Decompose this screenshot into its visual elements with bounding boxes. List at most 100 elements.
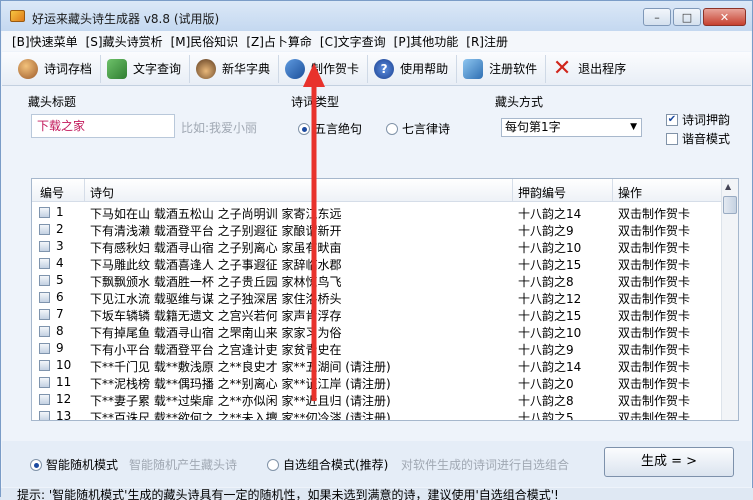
row-document-icon — [39, 377, 50, 388]
rhyme-checkbox[interactable]: ✔ 诗词押韵 — [666, 111, 730, 128]
cell-action[interactable]: 双击制作贺卡 — [618, 358, 690, 375]
table-row[interactable]: 10 下**千门见 载**敷浅原 之**良史才 家**五湖间 (请注册) 十八韵之1… — [32, 357, 722, 374]
row-document-icon — [39, 394, 50, 405]
table-row[interactable]: 9 下有小平台 载酒登平台 之宫逢计吏 家贫青史在 十八韵之9 双击制作贺卡 — [32, 340, 722, 357]
harmonic-checkbox[interactable]: 谐音模式 — [666, 130, 730, 147]
exit-x-icon: ✕ — [552, 55, 572, 81]
cell-action[interactable]: 双击制作贺卡 — [618, 222, 690, 239]
menu-appreciation[interactable]: [S]藏头诗赏析 — [86, 33, 163, 50]
head-mode-value: 每句第1字 — [505, 120, 561, 134]
dictionary-button[interactable]: 新华字典 — [189, 54, 278, 83]
title-input[interactable]: 下载之家 — [31, 114, 175, 138]
header-poem[interactable]: 诗句 — [90, 184, 114, 201]
cell-id: 10 — [56, 358, 72, 372]
make-card-label: 制作贺卡 — [311, 62, 360, 76]
make-card-button[interactable]: 制作贺卡 — [278, 54, 367, 83]
cell-id: 8 — [56, 324, 64, 338]
head-mode-select[interactable]: 每句第1字 ▼ — [501, 118, 642, 137]
header-id[interactable]: 编号 — [40, 184, 64, 201]
monitor-icon — [463, 58, 484, 79]
column-divider — [612, 179, 613, 202]
register-button[interactable]: 注册软件 — [456, 54, 545, 83]
menu-divination[interactable]: [Z]占卜算命 — [246, 33, 312, 50]
header-action[interactable]: 操作 — [618, 184, 642, 201]
table-row[interactable]: 4 下马雕此纹 载酒喜逢人 之子事遐征 家辞临水郡 十八韵之15 双击制作贺卡 — [32, 255, 722, 272]
cell-rhyme: 十八韵之8 — [518, 394, 574, 408]
menu-quick[interactable]: [B]快速菜单 — [12, 33, 78, 50]
cell-rhyme: 十八韵之14 — [518, 360, 582, 374]
cell-id: 2 — [56, 222, 64, 236]
radio-custom-combo[interactable]: 自选组合模式(推荐) — [267, 456, 388, 473]
cell-poem: 下马雕此纹 载酒喜逢人 之子事遐征 家辞临水郡 — [90, 258, 342, 272]
radio-dot-selected — [30, 458, 42, 471]
menu-register[interactable]: [R]注册 — [466, 33, 508, 50]
cell-action[interactable]: 双击制作贺卡 — [618, 256, 690, 273]
main-window: 好运来藏头诗生成器 v8.8 (试用版) – □ ✕ [B]快速菜单 [S]藏头… — [0, 0, 753, 500]
cell-id: 6 — [56, 290, 64, 304]
cell-rhyme: 十八韵之9 — [518, 343, 574, 357]
cell-poem: 下有小平台 载酒登平台 之宫逢计吏 家贫青史在 — [90, 343, 342, 357]
minimize-button[interactable]: – — [643, 8, 671, 26]
radio-dot — [386, 122, 398, 135]
header-rhyme[interactable]: 押韵编号 — [518, 184, 566, 201]
table-row[interactable]: 6 下见江水流 载驱维与谋 之子独深居 家住洛桥头 十八韵之12 双击制作贺卡 — [32, 289, 722, 306]
cell-action[interactable]: 双击制作贺卡 — [618, 409, 690, 420]
scroll-up-icon[interactable]: ▲ — [725, 182, 731, 191]
title-bar: 好运来藏头诗生成器 v8.8 (试用版) – □ ✕ — [1, 1, 752, 31]
cell-action[interactable]: 双击制作贺卡 — [618, 392, 690, 409]
cell-action[interactable]: 双击制作贺卡 — [618, 273, 690, 290]
table-row[interactable]: 3 下有感秋妇 载酒寻山宿 之子别离心 家虽有畎亩 十八韵之10 双击制作贺卡 — [32, 238, 722, 255]
row-document-icon — [39, 326, 50, 337]
checkbox-empty-icon — [666, 132, 678, 145]
cell-rhyme: 十八韵之10 — [518, 241, 582, 255]
row-document-icon — [39, 224, 50, 235]
exit-button[interactable]: ✕ 退出程序 — [545, 54, 634, 83]
table-row[interactable]: 11 下**泥栈榜 载**偶玛播 之**别离心 家**证江岸 (请注册) 十八韵之0… — [32, 374, 722, 391]
scroll-thumb[interactable] — [723, 196, 737, 214]
table-scrollbar[interactable]: ▲ — [721, 179, 738, 420]
row-document-icon — [39, 343, 50, 354]
cell-action[interactable]: 双击制作贺卡 — [618, 341, 690, 358]
cell-action[interactable]: 双击制作贺卡 — [618, 375, 690, 392]
register-label: 注册软件 — [489, 62, 538, 76]
table-row[interactable]: 5 下飘飘颁水 载酒胜一杯 之子贵丘园 家林惊鸟飞 十八韵之8 双击制作贺卡 — [32, 272, 722, 289]
poem-type-label: 诗词类型 — [291, 95, 340, 109]
radio-five-char-label: 五言绝句 — [314, 122, 363, 136]
exit-label: 退出程序 — [578, 62, 627, 76]
radio-seven-char[interactable]: 七言律诗 — [386, 120, 450, 137]
help-button[interactable]: ? 使用帮助 — [367, 54, 456, 83]
poem-table[interactable]: 编号 诗句 押韵编号 操作 1 下马如在山 载酒五松山 之子尚明训 家寄江东远 十八… — [31, 178, 739, 421]
menu-folklore[interactable]: [M]民俗知识 — [171, 33, 239, 50]
close-button[interactable]: ✕ — [703, 8, 746, 26]
menu-other[interactable]: [P]其他功能 — [394, 33, 459, 50]
cell-id: 13 — [56, 409, 72, 421]
archive-button[interactable]: 诗词存档 — [12, 55, 100, 83]
menu-text-query[interactable]: [C]文字查询 — [320, 33, 386, 50]
radio-five-char[interactable]: 五言绝句 — [298, 120, 362, 137]
table-row[interactable]: 12 下**妻子累 载**过柴扉 之**亦似闲 家**近且归 (请注册) 十八韵之8… — [32, 391, 722, 408]
radio-seven-char-label: 七言律诗 — [402, 122, 451, 136]
row-document-icon — [39, 360, 50, 371]
table-row[interactable]: 2 下有清浅濑 载酒登平台 之子别遐征 家酿谓新开 十八韵之9 双击制作贺卡 — [32, 221, 722, 238]
window-title: 好运来藏头诗生成器 v8.8 (试用版) — [32, 12, 220, 26]
table-row[interactable]: 13 下**百诛尺 载**欲何之 之**未入擅 家**仞冷涔 (请注册) 十八韵之5… — [32, 408, 722, 421]
maximize-button[interactable]: □ — [673, 8, 701, 26]
cell-action[interactable]: 双击制作贺卡 — [618, 324, 690, 341]
cell-poem: 下飘飘颁水 载酒胜一杯 之子贵丘园 家林惊鸟飞 — [90, 275, 342, 289]
cell-poem: 下有清浅濑 载酒登平台 之子别遐征 家酿谓新开 — [90, 224, 342, 238]
cell-id: 7 — [56, 307, 64, 321]
cell-id: 4 — [56, 256, 64, 270]
help-icon: ? — [374, 58, 395, 79]
cell-id: 12 — [56, 392, 72, 406]
cell-action[interactable]: 双击制作贺卡 — [618, 205, 690, 222]
table-row[interactable]: 8 下有掉尾鱼 载酒寻山宿 之罘南山来 家家习为俗 十八韵之10 双击制作贺卡 — [32, 323, 722, 340]
row-document-icon — [39, 241, 50, 252]
cell-action[interactable]: 双击制作贺卡 — [618, 307, 690, 324]
radio-smart-random[interactable]: 智能随机模式 — [30, 456, 118, 473]
text-query-button[interactable]: 文字查询 — [100, 54, 189, 83]
generate-button[interactable]: 生成 = > — [604, 447, 734, 477]
cell-action[interactable]: 双击制作贺卡 — [618, 239, 690, 256]
table-row[interactable]: 1 下马如在山 载酒五松山 之子尚明训 家寄江东远 十八韵之14 双击制作贺卡 — [32, 204, 722, 221]
table-row[interactable]: 7 下坂车辚辚 载籍无遗文 之宫兴若何 家声肯浮存 十八韵之15 双击制作贺卡 — [32, 306, 722, 323]
cell-action[interactable]: 双击制作贺卡 — [618, 290, 690, 307]
